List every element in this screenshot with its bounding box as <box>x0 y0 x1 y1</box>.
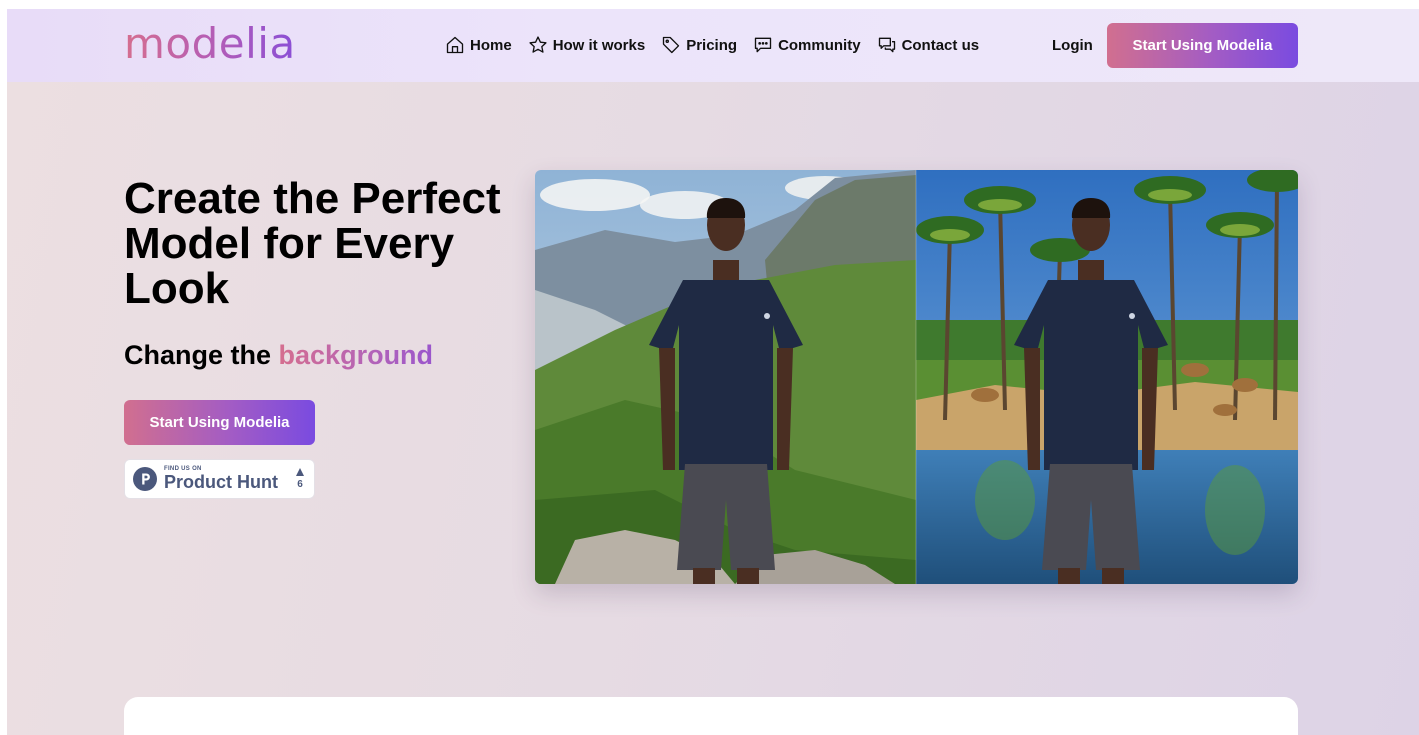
navbar: modelia Home How it works Pricing Commun… <box>7 9 1419 82</box>
product-hunt-logo-icon <box>133 467 157 491</box>
upvote-arrow-icon <box>296 468 304 476</box>
product-hunt-vote-count: 6 <box>297 479 303 490</box>
nav-link-home[interactable]: Home <box>445 35 512 55</box>
start-using-button-nav[interactable]: Start Using Modelia <box>1107 23 1298 68</box>
start-using-button-hero[interactable]: Start Using Modelia <box>124 400 315 445</box>
nav-link-label: Home <box>470 36 512 54</box>
hero-image-illustration <box>535 170 1298 584</box>
nav-link-community[interactable]: Community <box>753 35 861 55</box>
chat-bubbles-icon <box>878 37 895 53</box>
tag-icon <box>663 36 680 54</box>
nav-link-label: Community <box>778 36 861 54</box>
hero-subtitle-prefix: Change the <box>124 340 272 370</box>
login-link[interactable]: Login <box>1052 37 1093 54</box>
nav-link-contact-us[interactable]: Contact us <box>877 35 980 55</box>
star-icon <box>529 36 547 53</box>
hero-subtitle-accent: background <box>278 340 434 370</box>
nav-link-label: How it works <box>552 36 646 54</box>
hero-title: Create the Perfect Model for Every Look <box>124 174 501 313</box>
nav-link-label: Pricing <box>686 36 738 54</box>
product-hunt-text: FIND US ON Product Hunt <box>164 466 278 492</box>
home-icon <box>446 36 464 54</box>
hero-subtitle: Change the background <box>124 340 433 371</box>
product-hunt-votes: 6 <box>296 468 304 490</box>
nav-link-label: Contact us <box>901 36 980 54</box>
content-card <box>124 697 1298 735</box>
brand-logo[interactable]: modelia <box>124 19 296 68</box>
product-hunt-badge[interactable]: FIND US ON Product Hunt 6 <box>124 459 315 499</box>
nav-link-pricing[interactable]: Pricing <box>661 35 737 55</box>
nav-links: Home How it works Pricing Community Cont… <box>445 35 995 55</box>
page: modelia Home How it works Pricing Commun… <box>7 9 1419 735</box>
hero-before-after-image <box>535 170 1298 584</box>
product-hunt-big-text: Product Hunt <box>164 472 278 492</box>
chat-icon <box>754 37 772 53</box>
nav-link-how-it-works[interactable]: How it works <box>528 35 646 55</box>
